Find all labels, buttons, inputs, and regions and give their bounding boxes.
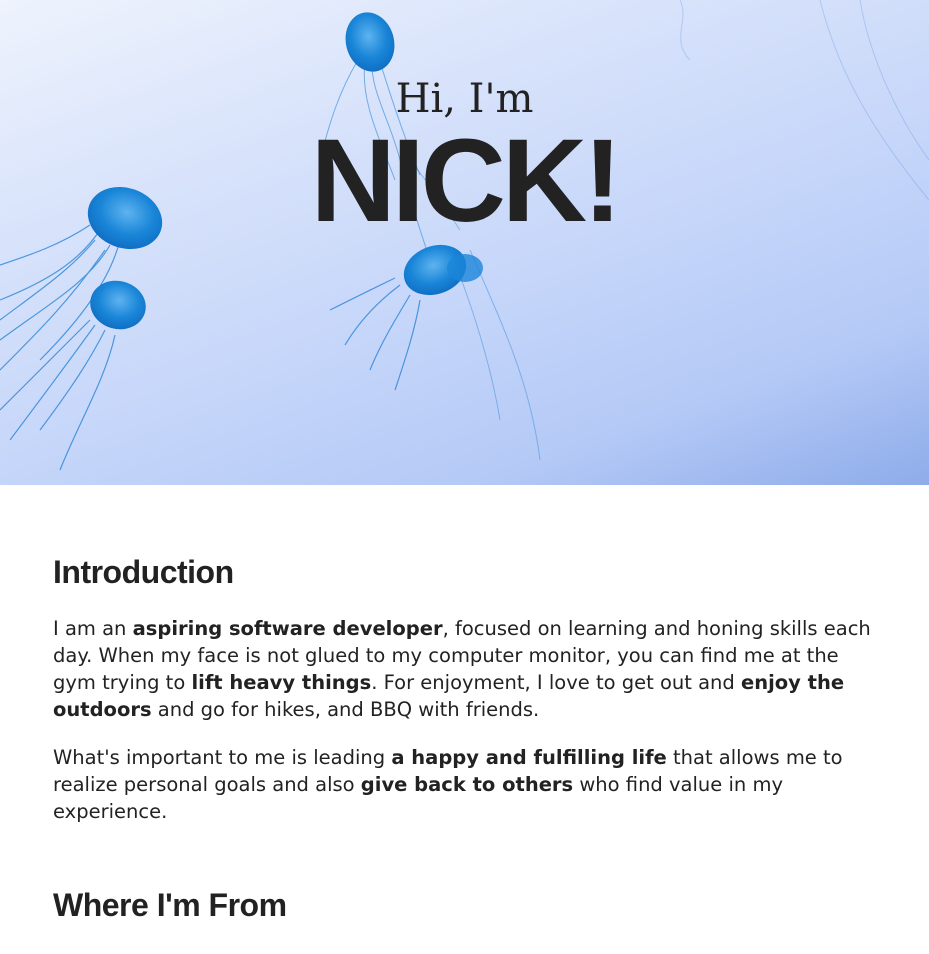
hero-name: NICK! (310, 115, 623, 247)
text: . For enjoyment, I love to get out and (371, 671, 741, 694)
main-content: Introduction I am an aspiring software d… (0, 485, 929, 924)
introduction-paragraph-2: What's important to me is leading a happ… (53, 744, 885, 825)
highlight-happy-life: a happy and fulfilling life (391, 746, 667, 769)
highlight-give-back: give back to others (360, 773, 574, 796)
where-from-section: Where I'm From (53, 887, 885, 924)
hero-banner: Hi, I'm NICK! (0, 0, 929, 485)
text: I am an (53, 617, 133, 640)
text: What's important to me is leading (53, 746, 392, 769)
where-from-heading: Where I'm From (53, 887, 287, 923)
text: and go for hikes, and BBQ with friends. (151, 698, 540, 721)
introduction-heading: Introduction (53, 554, 234, 590)
highlight-lift-heavy-things: lift heavy things (191, 671, 372, 694)
introduction-paragraph-1: I am an aspiring software developer, foc… (53, 615, 885, 723)
highlight-software-developer: aspiring software developer (132, 617, 443, 640)
introduction-section: Introduction I am an aspiring software d… (53, 485, 885, 825)
